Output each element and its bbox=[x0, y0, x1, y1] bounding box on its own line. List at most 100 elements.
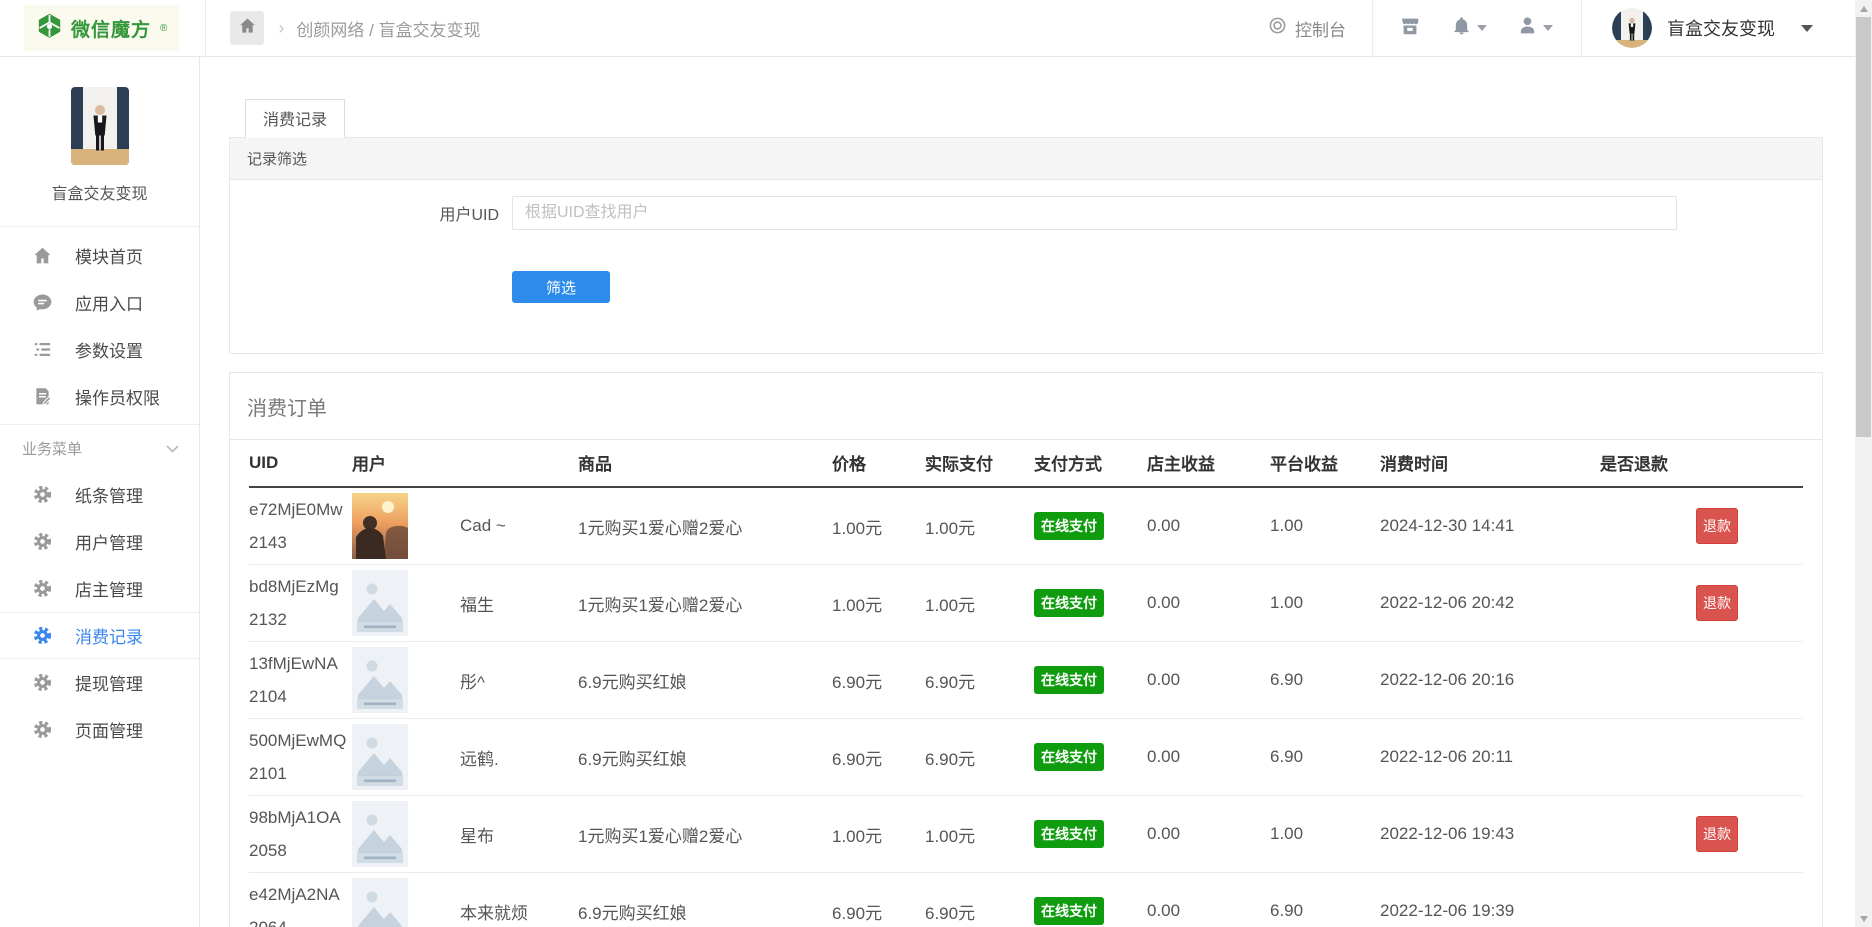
refund-button[interactable]: 退款 bbox=[1696, 585, 1738, 621]
cell-paid: 1.00元 bbox=[925, 487, 1034, 565]
user-nickname: Cad ~ bbox=[460, 516, 506, 536]
cell-time: 2022-12-06 20:11 bbox=[1380, 719, 1600, 796]
sidebar-group-main: 模块首页应用入口参数设置操作员权限 bbox=[0, 232, 199, 420]
module-title: 盲盒交友变现 bbox=[0, 180, 199, 204]
sidebar-item-模块首页[interactable]: 模块首页 bbox=[0, 232, 199, 279]
table-row: e72MjE0Mw2143Cad ~1元购买1爱心赠2爱心1.00元1.00元在… bbox=[249, 487, 1803, 565]
user-avatar bbox=[352, 878, 408, 927]
home-icon bbox=[238, 16, 257, 40]
header-divider bbox=[205, 0, 206, 57]
orders-table-header: UID用户商品价格实际支付支付方式店主收益平台收益消费时间是否退款 bbox=[249, 440, 1803, 487]
cell-uid: 98bMjA1OA2058 bbox=[249, 796, 352, 873]
scroll-down-arrow[interactable] bbox=[1855, 910, 1872, 927]
uid-input[interactable] bbox=[512, 196, 1677, 230]
sidebar-item-操作员权限[interactable]: 操作员权限 bbox=[0, 373, 199, 420]
cell-time: 2022-12-06 20:42 bbox=[1380, 565, 1600, 642]
refund-button[interactable]: 退款 bbox=[1696, 816, 1738, 852]
cell-uid: bd8MjEzMg2132 bbox=[249, 565, 352, 642]
sidebar-item-用户管理[interactable]: 用户管理 bbox=[0, 518, 199, 565]
app-logo[interactable]: 微信魔方® bbox=[24, 5, 179, 51]
sidebar-item-纸条管理[interactable]: 纸条管理 bbox=[0, 471, 199, 518]
cell-owner-income: 0.00 bbox=[1147, 796, 1270, 873]
cell-owner-income: 0.00 bbox=[1147, 642, 1270, 719]
user-avatar bbox=[352, 493, 408, 559]
sidebar-item-店主管理[interactable]: 店主管理 bbox=[0, 565, 199, 612]
filter-submit-button[interactable]: 筛选 bbox=[512, 271, 610, 303]
cell-user: 福生 bbox=[352, 565, 578, 642]
cell-price: 6.90元 bbox=[832, 719, 925, 796]
column-header: 商品 bbox=[578, 440, 832, 487]
home-icon bbox=[32, 245, 53, 266]
cell-paid: 6.90元 bbox=[925, 873, 1034, 927]
cell-refund: 退款 bbox=[1600, 487, 1803, 565]
user-avatar bbox=[352, 724, 408, 790]
wechat-cube-logo-icon bbox=[36, 12, 63, 44]
refund-button[interactable]: 退款 bbox=[1696, 508, 1738, 544]
sidebar-item-label: 店主管理 bbox=[75, 576, 143, 601]
user-menu-button[interactable] bbox=[1517, 15, 1553, 41]
cell-refund bbox=[1600, 642, 1803, 719]
cell-paid: 6.90元 bbox=[925, 719, 1034, 796]
sidebar-section-label: 业务菜单 bbox=[22, 438, 82, 459]
sidebar-item-label: 页面管理 bbox=[75, 717, 143, 742]
cell-user: 彤^ bbox=[352, 642, 578, 719]
pay-method-badge: 在线支付 bbox=[1034, 897, 1104, 925]
cell-product: 1元购买1爱心赠2爱心 bbox=[578, 796, 832, 873]
cell-refund bbox=[1600, 873, 1803, 927]
user-avatar bbox=[352, 570, 408, 636]
sidebar-item-label: 提现管理 bbox=[75, 670, 143, 695]
breadcrumb-home-button[interactable] bbox=[230, 11, 264, 45]
scrollbar-thumb[interactable] bbox=[1856, 17, 1871, 437]
cell-refund: 退款 bbox=[1600, 565, 1803, 642]
cell-platform-income: 6.90 bbox=[1270, 719, 1380, 796]
store-button[interactable] bbox=[1399, 15, 1421, 42]
top-header: 微信魔方® › 创颜网络 / 盲盒交友变现 控制台 bbox=[0, 0, 1855, 57]
vertical-scrollbar[interactable] bbox=[1855, 0, 1872, 927]
sidebar-item-提现管理[interactable]: 提现管理 bbox=[0, 659, 199, 706]
column-header: 消费时间 bbox=[1380, 440, 1600, 487]
sidebar-item-label: 参数设置 bbox=[75, 337, 143, 362]
sidebar-item-label: 应用入口 bbox=[75, 290, 143, 315]
scroll-up-arrow[interactable] bbox=[1855, 0, 1872, 17]
notifications-button[interactable] bbox=[1451, 15, 1487, 41]
account-avatar[interactable] bbox=[1612, 8, 1652, 48]
cell-user: 本来就烦 bbox=[352, 873, 578, 927]
cell-time: 2024-12-30 14:41 bbox=[1380, 487, 1600, 565]
cell-product: 1元购买1爱心赠2爱心 bbox=[578, 565, 832, 642]
store-icon bbox=[1399, 15, 1421, 42]
target-icon bbox=[1268, 16, 1287, 40]
cell-owner-income: 0.00 bbox=[1147, 487, 1270, 565]
cell-refund: 退款 bbox=[1600, 796, 1803, 873]
cell-time: 2022-12-06 20:16 bbox=[1380, 642, 1600, 719]
cell-paid: 1.00元 bbox=[925, 796, 1034, 873]
header-divider bbox=[1581, 0, 1582, 57]
cell-time: 2022-12-06 19:39 bbox=[1380, 873, 1600, 927]
cell-product: 6.9元购买红娘 bbox=[578, 873, 832, 927]
orders-panel-title: 消费订单 bbox=[230, 373, 1822, 440]
module-avatar bbox=[71, 87, 129, 165]
tab-consumption-records[interactable]: 消费记录 bbox=[245, 99, 345, 138]
sidebar-item-页面管理[interactable]: 页面管理 bbox=[0, 706, 199, 753]
sidebar-item-消费记录[interactable]: 消费记录 bbox=[0, 612, 199, 659]
uid-label: 用户UID bbox=[230, 201, 512, 225]
sidebar-item-label: 用户管理 bbox=[75, 529, 143, 554]
account-name[interactable]: 盲盒交友变现 bbox=[1667, 15, 1775, 41]
cell-platform-income: 1.00 bbox=[1270, 565, 1380, 642]
user-nickname: 福生 bbox=[460, 591, 494, 616]
breadcrumb[interactable]: 创颜网络 / 盲盒交友变现 bbox=[296, 16, 480, 41]
sidebar-item-应用入口[interactable]: 应用入口 bbox=[0, 279, 199, 326]
chevron-down-icon bbox=[1543, 25, 1553, 31]
sidebar-section-business[interactable]: 业务菜单 bbox=[0, 424, 199, 471]
console-button[interactable]: 控制台 bbox=[1268, 16, 1346, 41]
cell-pay-method: 在线支付 bbox=[1034, 873, 1147, 927]
column-header: 是否退款 bbox=[1600, 440, 1803, 487]
console-label: 控制台 bbox=[1295, 16, 1346, 41]
user-nickname: 彤^ bbox=[460, 668, 485, 693]
cell-refund bbox=[1600, 719, 1803, 796]
cell-uid: 500MjEwMQ2101 bbox=[249, 719, 352, 796]
chat-icon bbox=[32, 292, 53, 313]
cell-uid: 13fMjEwNA2104 bbox=[249, 642, 352, 719]
account-chevron-down-icon[interactable] bbox=[1801, 25, 1813, 32]
user-nickname: 远鹤. bbox=[460, 745, 499, 770]
sidebar-item-参数设置[interactable]: 参数设置 bbox=[0, 326, 199, 373]
